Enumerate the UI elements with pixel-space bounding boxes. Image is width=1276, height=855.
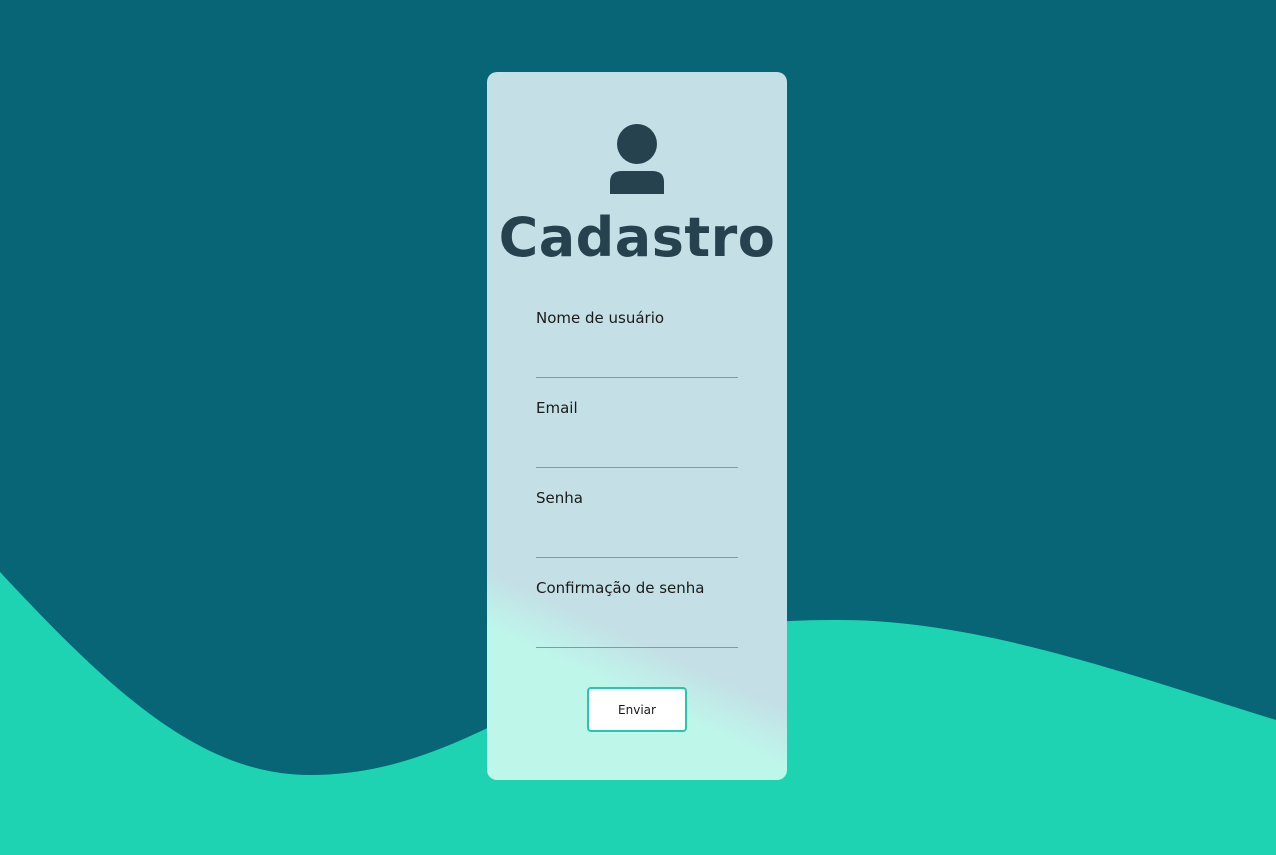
email-field-group: Email — [536, 398, 738, 468]
email-input[interactable] — [536, 440, 738, 468]
password-confirm-label: Confirmação de senha — [536, 579, 705, 597]
password-input[interactable] — [536, 530, 738, 558]
username-label: Nome de usuário — [536, 309, 665, 327]
password-confirm-input[interactable] — [536, 620, 738, 648]
password-field-group: Senha — [536, 488, 738, 558]
username-field-group: Nome de usuário — [536, 308, 738, 378]
password-label: Senha — [536, 489, 583, 507]
username-input[interactable] — [536, 350, 738, 378]
user-icon — [610, 124, 664, 194]
password-confirm-field-group: Confirmação de senha — [536, 578, 738, 648]
email-label: Email — [536, 399, 578, 417]
signup-card: Cadastro Nome de usuário Email Senha Con… — [487, 72, 787, 780]
submit-button[interactable]: Enviar — [587, 687, 687, 732]
page-title: Cadastro — [498, 206, 776, 269]
